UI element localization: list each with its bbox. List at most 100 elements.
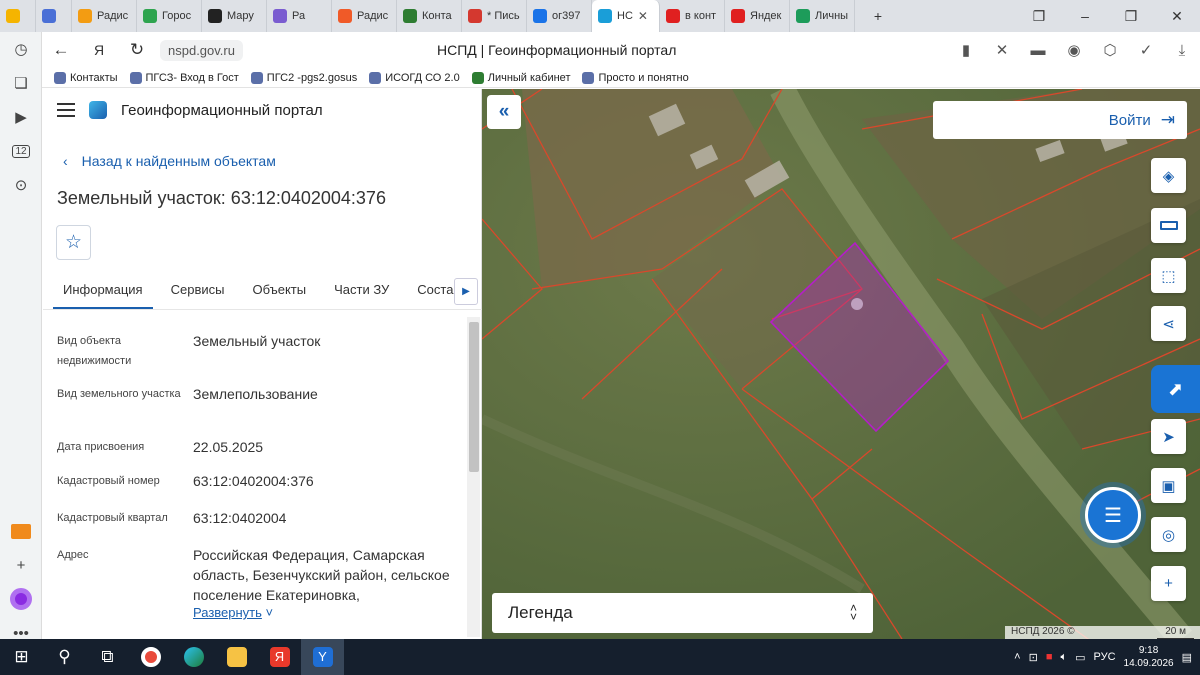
tab-label: Ра bbox=[292, 10, 306, 22]
tab-favicon-icon bbox=[143, 9, 157, 23]
collapse-panel-button[interactable]: « bbox=[487, 95, 521, 129]
tab-4[interactable]: Части ЗУ bbox=[324, 275, 399, 309]
browser-tab[interactable]: Горос bbox=[137, 0, 202, 32]
edge-icon[interactable] bbox=[172, 639, 215, 675]
tab-2[interactable]: Сервисы bbox=[161, 275, 235, 309]
yandex-app-icon[interactable]: Y bbox=[301, 639, 344, 675]
screenshot-icon[interactable]: ⊙ bbox=[0, 168, 42, 202]
reload-icon[interactable]: ↻ bbox=[118, 32, 156, 68]
legend-toggle[interactable]: Легенда ˄ ˅ bbox=[492, 593, 873, 633]
map-attribution: НСПД 2026 © 20 м bbox=[1005, 626, 1200, 639]
tab-3[interactable]: Объекты bbox=[242, 275, 316, 309]
browser-tab[interactable] bbox=[0, 0, 36, 32]
chrome-like-icon[interactable] bbox=[129, 639, 172, 675]
tabs-scroll-right-icon[interactable]: ▶ bbox=[454, 278, 478, 305]
tray-alert-icon[interactable]: ■ bbox=[1046, 651, 1053, 663]
network-icon[interactable]: ▭ bbox=[1075, 651, 1085, 664]
yandex-icon[interactable]: Я bbox=[80, 32, 118, 68]
info-label: Дата присвоения bbox=[57, 441, 145, 453]
info-row: Адрес Российская Федерация, Самарская обл… bbox=[57, 545, 457, 620]
browser-tab[interactable] bbox=[36, 0, 72, 32]
download-icon[interactable]: ⤓ bbox=[1164, 32, 1200, 68]
extension-icon[interactable]: ✕ bbox=[984, 32, 1020, 68]
tray-app-icon[interactable]: ⊡ bbox=[1029, 651, 1038, 664]
clock[interactable]: 9:18 14.09.2026 bbox=[1124, 644, 1174, 670]
select-area-button[interactable]: ⬚ bbox=[1151, 258, 1186, 293]
ruler-button[interactable] bbox=[1151, 208, 1186, 243]
explorer-icon[interactable] bbox=[215, 639, 258, 675]
browser-tab[interactable]: в конт bbox=[660, 0, 725, 32]
close-tab-icon[interactable]: ✕ bbox=[638, 9, 648, 23]
navigate-icon: ➤ bbox=[1162, 428, 1175, 446]
mail-icon[interactable] bbox=[0, 514, 42, 548]
tab-favicon-icon bbox=[6, 9, 20, 23]
yandex-browser-icon[interactable]: Я bbox=[258, 639, 301, 675]
protect-icon[interactable]: ▬ bbox=[1020, 32, 1056, 68]
print-button[interactable]: ▣ bbox=[1151, 468, 1186, 503]
sync-icon[interactable]: ✓ bbox=[1128, 32, 1164, 68]
chat-button[interactable]: ☰ bbox=[1085, 487, 1141, 543]
object-title: Земельный участок: 63:12:0402004:376 bbox=[57, 188, 386, 208]
bookmark-item[interactable]: ПГС2 -pgs2.gosus bbox=[250, 71, 357, 84]
bookmark-item[interactable]: ИСОГД СО 2.0 bbox=[369, 71, 460, 84]
start-icon[interactable]: ⊞ bbox=[0, 639, 43, 675]
scrollbar-thumb[interactable] bbox=[469, 322, 479, 472]
navigate-button[interactable]: ➤ bbox=[1151, 419, 1186, 454]
minimize-icon[interactable]: – bbox=[1062, 0, 1108, 32]
bookmark-icon[interactable]: ▮ bbox=[948, 32, 984, 68]
language-indicator[interactable]: РУС bbox=[1094, 651, 1116, 663]
favorite-star-icon[interactable]: ☆ bbox=[56, 225, 91, 260]
alice-icon[interactable] bbox=[0, 582, 42, 616]
close-window-icon[interactable]: ✕ bbox=[1154, 0, 1200, 32]
tab-label: * Пись bbox=[487, 10, 520, 22]
browser-tab[interactable]: Мару bbox=[202, 0, 267, 32]
url-field[interactable]: nspd.gov.ru bbox=[160, 39, 243, 61]
browser-tab[interactable]: Конта bbox=[397, 0, 462, 32]
search-icon[interactable]: ⚲ bbox=[43, 639, 86, 675]
new-tab-button[interactable]: + bbox=[855, 0, 901, 32]
menu-icon[interactable] bbox=[57, 103, 75, 117]
maximize-icon[interactable]: ❐ bbox=[1108, 0, 1154, 32]
bookmark-item[interactable]: Контакты bbox=[54, 71, 118, 84]
zoom-in-button[interactable]: + bbox=[1151, 566, 1186, 601]
tab-label: в конт bbox=[685, 10, 717, 22]
tab-1[interactable]: Информация bbox=[53, 275, 153, 309]
help-widget[interactable]: ⬈ bbox=[1151, 365, 1200, 413]
recorder-icon[interactable]: ◉ bbox=[1056, 32, 1092, 68]
layers-button[interactable]: ◈ bbox=[1151, 158, 1186, 193]
back-to-results-link[interactable]: ‹ Назад к найденным объектам bbox=[63, 153, 276, 169]
notifications-icon[interactable]: ▤ bbox=[1182, 651, 1192, 664]
satellite-map[interactable] bbox=[482, 89, 1200, 639]
wallet-icon[interactable]: ⬡ bbox=[1092, 32, 1128, 68]
bookmark-item[interactable]: Просто и понятно bbox=[582, 71, 689, 84]
browser-tab[interactable]: НС ✕ bbox=[592, 0, 660, 32]
tab-actions-icon[interactable]: ❐ bbox=[1016, 0, 1062, 32]
back-arrow-icon[interactable]: ← bbox=[42, 32, 80, 68]
tab-label: ог397 bbox=[552, 10, 581, 22]
history-icon[interactable]: ◷ bbox=[0, 32, 42, 66]
media-icon[interactable]: ▶ bbox=[0, 100, 42, 134]
collections-icon[interactable]: ❏ bbox=[0, 66, 42, 100]
calendar-icon[interactable]: 12 bbox=[0, 134, 42, 168]
attribution-text: НСПД 2026 © bbox=[1011, 626, 1075, 637]
bookmark-item[interactable]: Личный кабинет bbox=[471, 71, 570, 84]
browser-tab[interactable]: Яндек bbox=[725, 0, 790, 32]
volume-icon[interactable]: 🔈︎ bbox=[1060, 651, 1067, 664]
expand-link[interactable]: Развернуть ˅ bbox=[193, 605, 457, 620]
browser-tab[interactable]: * Пись bbox=[462, 0, 527, 32]
add-icon[interactable]: + bbox=[0, 548, 42, 582]
location-button[interactable]: ◎ bbox=[1151, 517, 1186, 552]
map-canvas[interactable] bbox=[482, 89, 1200, 639]
task-view-icon[interactable]: ⧉ bbox=[86, 639, 129, 675]
system-tray: ˄ ⊡ ■ 🔈︎ ▭ РУС 9:18 14.09.2026 ▤ bbox=[1014, 639, 1192, 675]
browser-tab[interactable]: ог397 bbox=[527, 0, 592, 32]
browser-tab[interactable]: Радис bbox=[72, 0, 137, 32]
bookmark-item[interactable]: ПГСЗ- Вход в Гост bbox=[129, 71, 239, 84]
tray-arrow-icon[interactable]: ˄ bbox=[1014, 651, 1020, 663]
share-button[interactable]: ⋖ bbox=[1151, 306, 1186, 341]
expand-label: Развернуть bbox=[193, 605, 262, 620]
login-button[interactable]: Войти ⇥ bbox=[933, 101, 1187, 139]
browser-tab[interactable]: Ра bbox=[267, 0, 332, 32]
browser-tab[interactable]: Радис bbox=[332, 0, 397, 32]
browser-tab[interactable]: Личны bbox=[790, 0, 855, 32]
